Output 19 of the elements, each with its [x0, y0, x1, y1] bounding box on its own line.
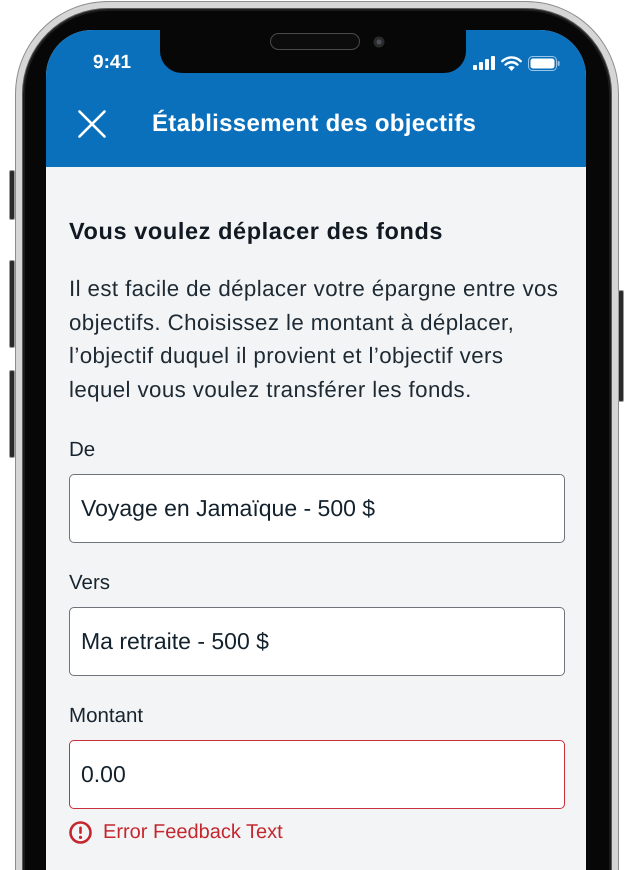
battery-icon	[528, 56, 560, 70]
header-title: Établissement des objectifs	[152, 108, 476, 138]
status-time: 9:41	[93, 52, 132, 74]
input-field[interactable]: Voyage en Jamaïque - 500 $	[69, 474, 565, 543]
error-message: Error Feedback Text	[103, 820, 283, 844]
close-icon	[78, 110, 106, 138]
close-button[interactable]	[78, 110, 106, 138]
camera-icon	[373, 36, 385, 48]
field-label: Montant	[69, 704, 144, 728]
input-field[interactable]: 0.00	[69, 740, 565, 809]
field-label: De	[69, 438, 96, 462]
frame-side-key	[9, 170, 15, 220]
wifi-icon	[501, 56, 522, 70]
description-text: Il est facile de déplacer votre épargne entre vos objectifs. Choisissez le montant à déplacer, l’objectif duquel il provient et l’objectif vers lequel vous voulez transférer les fonds.	[69, 275, 560, 404]
section-heading: Vous voulez déplacer des fonds	[69, 217, 444, 246]
signal-icon	[473, 56, 495, 70]
alert-icon	[69, 820, 92, 844]
field-label: Vers	[69, 571, 110, 595]
input-field[interactable]: Ma retraite - 500 $	[69, 607, 565, 676]
